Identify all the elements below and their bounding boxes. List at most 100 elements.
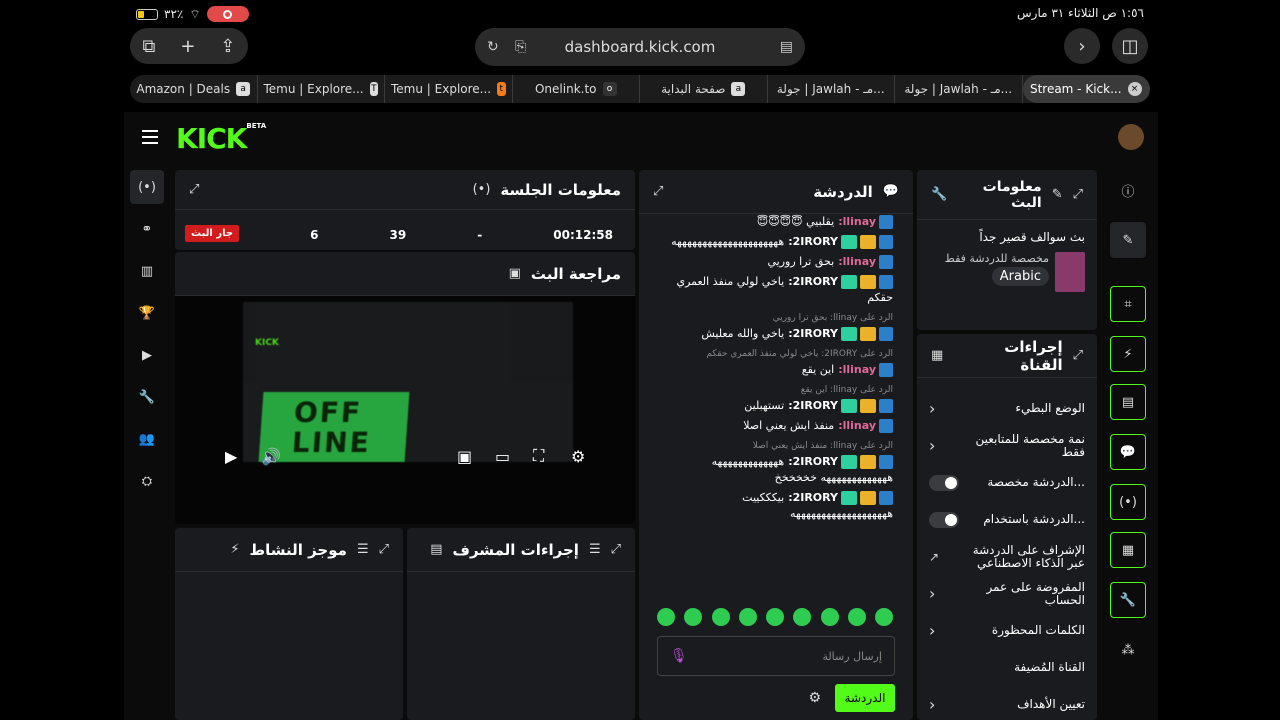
expand-icon[interactable]: ⤢ — [1073, 348, 1083, 363]
chat-message[interactable]: llinay:منفذ ايش يعني اصلا — [655, 418, 893, 434]
avatar[interactable] — [1118, 124, 1144, 150]
channel-action-row[interactable]: ...الدردشة مخصصة — [917, 464, 1097, 501]
users-icon[interactable]: 👥 — [130, 422, 164, 456]
chat-message[interactable]: الرد على llinay: منفذ ايش يعني اصلا 2IROR… — [655, 438, 893, 486]
emote-icon[interactable] — [793, 608, 812, 626]
channel-action-row[interactable]: الوضع البطيء › — [917, 390, 1097, 427]
send-chat-button[interactable]: الدردشة — [835, 684, 895, 712]
chevron-icon[interactable]: › — [929, 695, 935, 714]
address-bar[interactable]: ↻ ⎘ dashboard.kick.com ▤ — [475, 28, 805, 66]
video-icon[interactable]: ▶ — [130, 338, 164, 372]
chevron-icon[interactable]: › — [929, 584, 935, 603]
chat-username[interactable]: 2IRORY: — [788, 327, 838, 340]
filter-icon[interactable]: ☰ — [589, 542, 601, 557]
tab-jawlah-2[interactable]: جولة | Jawlah - مـ... — [895, 75, 1023, 103]
chat-username[interactable]: llinay: — [838, 255, 876, 268]
chat-message[interactable]: 2IRORY:هههههههههههههههههههههه — [655, 234, 893, 250]
broadcast-icon[interactable]: (•) — [1110, 484, 1146, 520]
edit-icon[interactable]: ✎ — [1052, 187, 1063, 202]
link-icon[interactable]: ⚭ — [130, 212, 164, 246]
info-icon[interactable]: ⓘ — [1110, 172, 1146, 208]
theater-icon[interactable]: ▭ — [495, 447, 510, 466]
emote-icon[interactable] — [657, 608, 675, 626]
volume-icon[interactable]: 🔊 — [261, 447, 281, 466]
emote-icon[interactable] — [820, 608, 839, 626]
tab-amazon[interactable]: Amazon | Deals a — [130, 75, 258, 103]
chat-input[interactable]: إرسال رسالة 🎙 — [657, 636, 895, 676]
channel-action-row[interactable]: نمة مخصصة للمتابعين فقط › — [917, 427, 1097, 464]
chat-message[interactable]: 2IRORY:ياخي لولي منفذ العمري حقكم — [655, 274, 893, 306]
channel-action-row[interactable]: ...الدردشة باستخدام — [917, 501, 1097, 538]
channel-action-row[interactable]: المفروضة على عمر الحساب › — [917, 575, 1097, 612]
emote-icon[interactable] — [738, 608, 757, 626]
analytics-icon[interactable]: ▥ — [130, 254, 164, 288]
chat-username[interactable]: llinay: — [838, 215, 876, 228]
apps-icon[interactable]: ⁂ — [1110, 632, 1146, 668]
chat-username[interactable]: llinay: — [838, 363, 876, 376]
screen-record-icon[interactable] — [206, 6, 249, 22]
tab-temu-2[interactable]: Temu | Explore... t — [385, 75, 513, 103]
emote-icon[interactable] — [875, 608, 893, 626]
stream-preview[interactable]: KICK OFF LINE ▶ 🔊 ▣ ▭ ⛶ ⚙ — [175, 298, 635, 476]
chat-username[interactable]: 2IRORY: — [788, 235, 838, 248]
bolt-icon[interactable]: ⚡ — [1110, 336, 1146, 372]
wrench-icon[interactable]: 🔧 — [130, 380, 164, 414]
tab-overview-icon[interactable]: ⧉ — [142, 36, 155, 57]
reader-icon[interactable]: ▤ — [780, 39, 793, 55]
tab-start-page[interactable]: صفحة البداية a — [640, 75, 768, 103]
menu-icon[interactable] — [142, 130, 158, 144]
chat-message[interactable]: 2IRORY:بيكككييت هههههههههههههههههههه — [655, 490, 893, 522]
extensions-icon[interactable]: ⎘ — [515, 39, 526, 55]
emote-icon[interactable] — [711, 608, 730, 626]
channel-action-row[interactable]: تعيين الأهداف › — [917, 686, 1097, 720]
chat-username[interactable]: 2IRORY: — [788, 399, 838, 412]
expand-icon[interactable]: ⤢ — [189, 182, 199, 197]
chat-bubble-icon[interactable]: 💬 — [1110, 434, 1146, 470]
chat-message[interactable]: الرد على llinay: اين يقع 2IRORY:تستهبلين — [655, 382, 893, 414]
chat-username[interactable]: llinay: — [838, 419, 876, 432]
settings-icon[interactable]: ⚙ — [571, 447, 585, 466]
tools-icon[interactable]: ⛭ — [130, 464, 164, 498]
chat-username[interactable]: 2IRORY: — [788, 491, 838, 504]
expand-icon[interactable]: ⤢ — [379, 542, 389, 557]
document-icon[interactable]: ▤ — [1110, 384, 1146, 420]
external-link-icon[interactable]: ↗ — [929, 550, 939, 564]
forward-button[interactable]: › — [1064, 28, 1100, 64]
chat-username[interactable]: 2IRORY: — [788, 455, 838, 468]
sidebar-toggle-icon[interactable]: ◫ — [1112, 28, 1148, 64]
play-icon[interactable]: ▶ — [225, 447, 237, 466]
fullscreen-icon[interactable]: ⛶ — [533, 446, 544, 466]
chat-messages[interactable]: llinay:يقلبيي 😇😇😇😇 2IRORY:ههههههههههههههه… — [639, 214, 911, 594]
expand-icon[interactable]: ⤢ — [611, 542, 621, 557]
chevron-icon[interactable]: › — [929, 399, 935, 418]
scan-icon[interactable]: ⌗ — [1110, 286, 1146, 322]
toggle-switch[interactable] — [929, 474, 959, 491]
microphone-icon[interactable]: 🎙 — [670, 648, 688, 664]
tab-temu-1[interactable]: Temu | Explore... T — [258, 75, 385, 103]
emote-icon[interactable] — [847, 608, 866, 626]
wrench-icon[interactable]: 🔧 — [1110, 582, 1146, 618]
tab-jawlah-1[interactable]: جولة | Jawlah - مـ... — [768, 75, 895, 103]
channel-action-row[interactable]: الإشراف على الدردشة عبر الذكاء الاصطناعي… — [917, 538, 1097, 575]
reload-icon[interactable]: ↻ — [487, 39, 499, 55]
close-tab-icon[interactable]: × — [1127, 82, 1142, 96]
expand-icon[interactable]: ⤢ — [653, 184, 663, 199]
chevron-icon[interactable]: › — [929, 436, 935, 455]
chat-message[interactable]: llinay:بحق ترا روريي — [655, 254, 893, 270]
emote-icon[interactable] — [684, 608, 703, 626]
chat-message[interactable]: الرد على llinay: بحق ترا روريي 2IRORY:ياخ… — [655, 310, 893, 342]
share-icon[interactable]: ⇪ — [220, 36, 235, 57]
chat-username[interactable]: 2IRORY: — [788, 275, 838, 288]
edit-icon[interactable]: ✎ — [1110, 222, 1146, 258]
chat-message[interactable]: الرد على 2IRORY: ياخي لولي منفذ العمري ح… — [655, 346, 893, 378]
live-icon[interactable]: (•) — [130, 170, 164, 204]
expand-icon[interactable]: ⤢ — [1073, 187, 1083, 202]
chat-message[interactable]: llinay:يقلبيي 😇😇😇😇 — [655, 214, 893, 230]
emote-icon[interactable] — [766, 608, 784, 626]
tab-onelink[interactable]: Onelink.to o — [513, 75, 640, 103]
channel-icon[interactable]: ▦ — [1110, 532, 1146, 568]
channel-action-row[interactable]: الكلمات المحظورة › — [917, 612, 1097, 649]
filter-icon[interactable]: ☰ — [357, 542, 369, 557]
tab-kick-stream[interactable]: Stream - Kick... × — [1022, 75, 1150, 103]
chevron-icon[interactable]: › — [929, 621, 935, 640]
